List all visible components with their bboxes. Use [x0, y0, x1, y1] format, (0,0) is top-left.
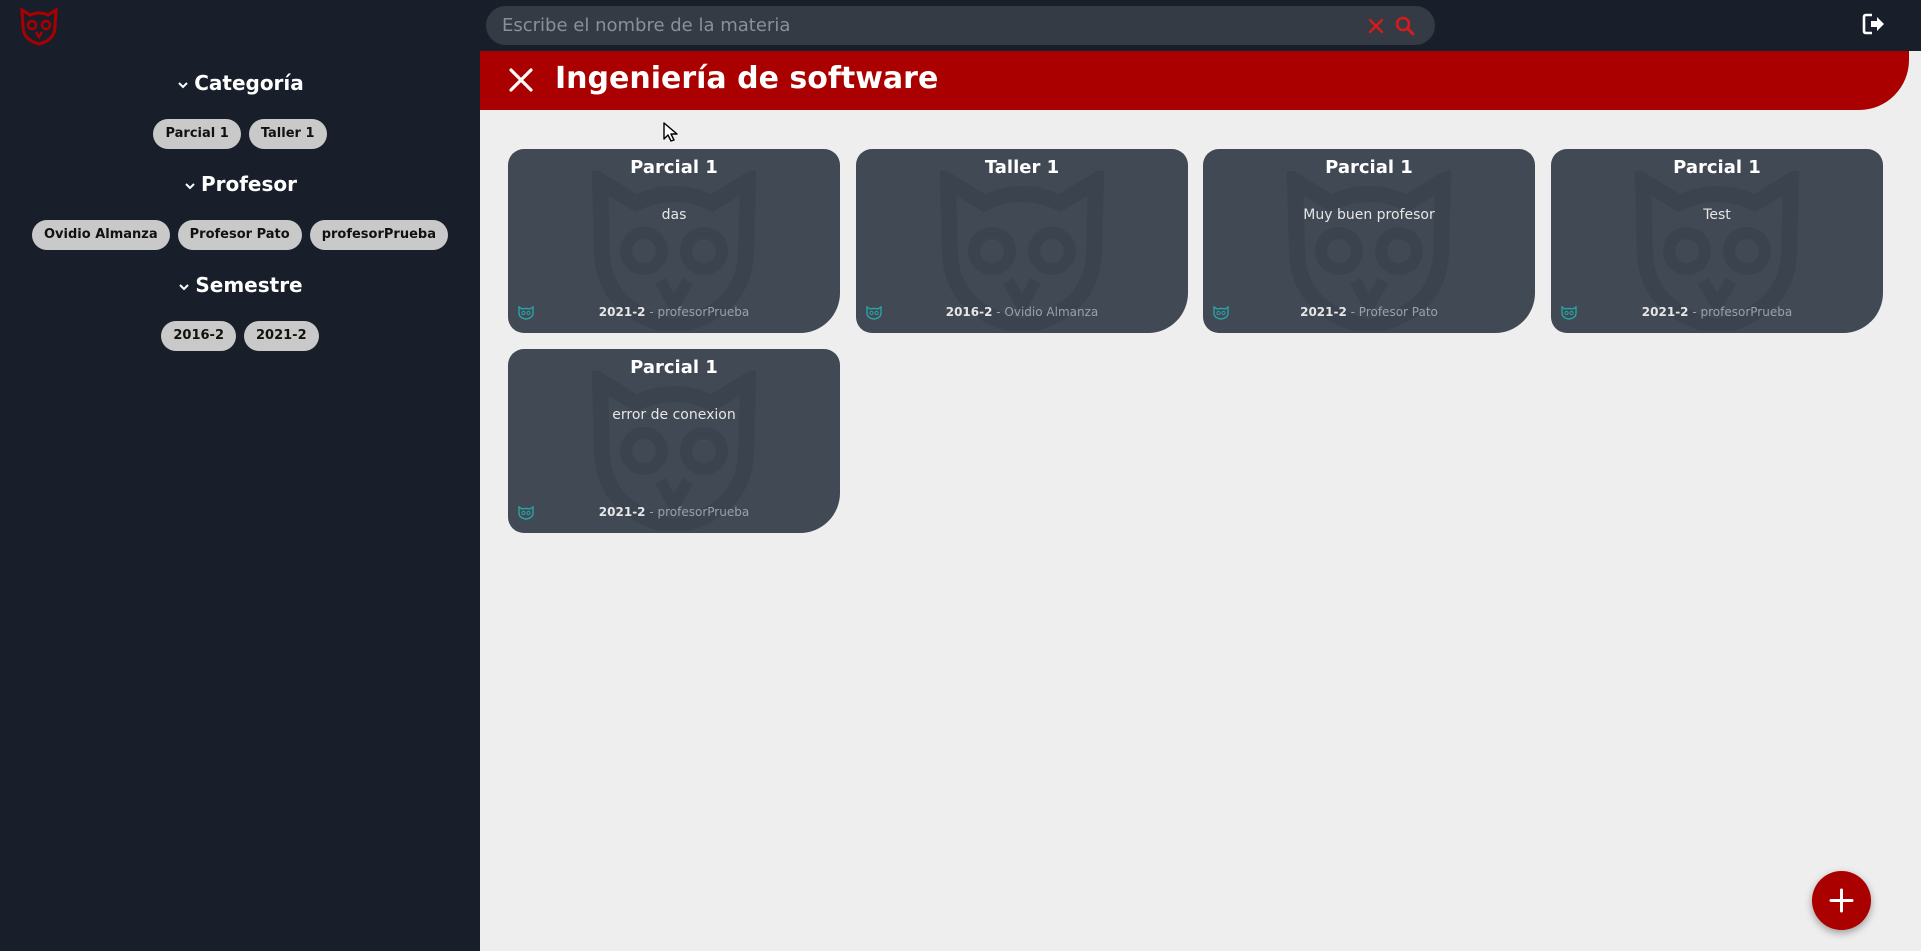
close-icon[interactable]: [508, 67, 534, 93]
exam-card[interactable]: Parcial 1 das 2021-2 - profesorPrueba: [508, 149, 840, 333]
chip-taller-1[interactable]: Taller 1: [248, 119, 327, 149]
card-meta-separator: -: [1346, 305, 1359, 319]
card-professor: profesorPrueba: [1700, 305, 1793, 319]
filter-title-categoria: Categoría: [194, 71, 304, 95]
card-meta-separator: -: [645, 505, 658, 519]
exam-card[interactable]: Taller 1 2016-2 - Ovidio Almanza: [856, 149, 1188, 333]
page-title: Ingeniería de software: [555, 61, 939, 96]
chevron-down-icon: [179, 283, 190, 290]
chips-semestre: 2016-2 2021-2: [0, 321, 480, 351]
filter-toggle-categoria[interactable]: Categoría: [0, 71, 480, 95]
card-title: Parcial 1: [630, 357, 718, 378]
card-meta-separator: -: [645, 305, 658, 319]
exam-card[interactable]: Parcial 1 Muy buen profesor 2021-2 - Pro…: [1203, 149, 1535, 333]
chip-parcial-1[interactable]: Parcial 1: [153, 119, 241, 149]
chip-profesorprueba[interactable]: profesorPrueba: [309, 220, 448, 250]
card-professor: profesorPrueba: [657, 505, 750, 519]
card-meta: 2021-2 - profesorPrueba: [508, 505, 840, 519]
card-semester: 2016-2: [945, 305, 993, 319]
chip-profesor-pato[interactable]: Profesor Pato: [177, 220, 302, 250]
logout-icon[interactable]: [1862, 13, 1886, 35]
card-meta: 2021-2 - profesorPrueba: [508, 305, 840, 319]
card-title: Taller 1: [984, 157, 1060, 178]
top-bar: [0, 0, 1921, 51]
card-semester: 2021-2: [598, 505, 646, 519]
card-description: das: [661, 207, 687, 223]
plus-icon: [1829, 888, 1854, 913]
exam-card[interactable]: Parcial 1 Test 2021-2 - profesorPrueba: [1551, 149, 1883, 333]
chips-profesor: Ovidio Almanza Profesor Pato profesorPru…: [0, 220, 480, 250]
card-semester: 2021-2: [1300, 305, 1347, 319]
chip-2021-2[interactable]: 2021-2: [244, 321, 319, 351]
card-semester: 2021-2: [1641, 305, 1689, 319]
card-meta-separator: -: [1688, 305, 1701, 319]
card-professor: profesorPrueba: [657, 305, 750, 319]
card-semester: 2021-2: [598, 305, 646, 319]
card-professor: Profesor Pato: [1358, 305, 1438, 319]
main-content: Ingeniería de software Parcial 1 das 202…: [480, 51, 1921, 951]
card-meta-separator: -: [992, 305, 1005, 319]
filter-toggle-semestre[interactable]: Semestre: [0, 273, 480, 297]
card-title: Parcial 1: [630, 157, 718, 178]
card-description: Test: [1703, 207, 1731, 223]
filter-title-profesor: Profesor: [200, 172, 298, 196]
owl-logo-icon[interactable]: [18, 6, 60, 46]
add-button[interactable]: [1812, 871, 1871, 930]
chips-categoria: Parcial 1 Taller 1: [0, 119, 480, 149]
card-meta: 2016-2 - Ovidio Almanza: [856, 305, 1188, 319]
search-bar: [486, 6, 1435, 45]
card-title: Parcial 1: [1673, 157, 1761, 178]
chevron-down-icon: [185, 182, 195, 189]
mouse-pointer-icon: [663, 122, 678, 142]
chip-ovidio-almanza[interactable]: Ovidio Almanza: [32, 220, 170, 250]
card-description: Muy buen profesor: [1303, 207, 1435, 223]
card-professor: Ovidio Almanza: [1004, 305, 1099, 319]
search-input[interactable]: [502, 6, 1342, 45]
search-icon[interactable]: [1394, 15, 1416, 37]
chevron-down-icon: [178, 81, 188, 88]
filter-sidebar: Categoría Parcial 1 Taller 1 Profesor Ov…: [0, 51, 480, 951]
card-meta: 2021-2 - Profesor Pato: [1203, 305, 1535, 319]
chip-2016-2[interactable]: 2016-2: [161, 321, 236, 351]
card-meta: 2021-2 - profesorPrueba: [1551, 305, 1883, 319]
exam-card[interactable]: Parcial 1 error de conexion 2021-2 - pro…: [508, 349, 840, 533]
filter-title-semestre: Semestre: [195, 273, 303, 297]
card-description: error de conexion: [612, 407, 736, 423]
close-icon[interactable]: [1366, 16, 1386, 36]
card-title: Parcial 1: [1325, 157, 1413, 178]
filter-toggle-profesor[interactable]: Profesor: [0, 172, 480, 196]
subject-header: Ingeniería de software: [480, 51, 1909, 110]
